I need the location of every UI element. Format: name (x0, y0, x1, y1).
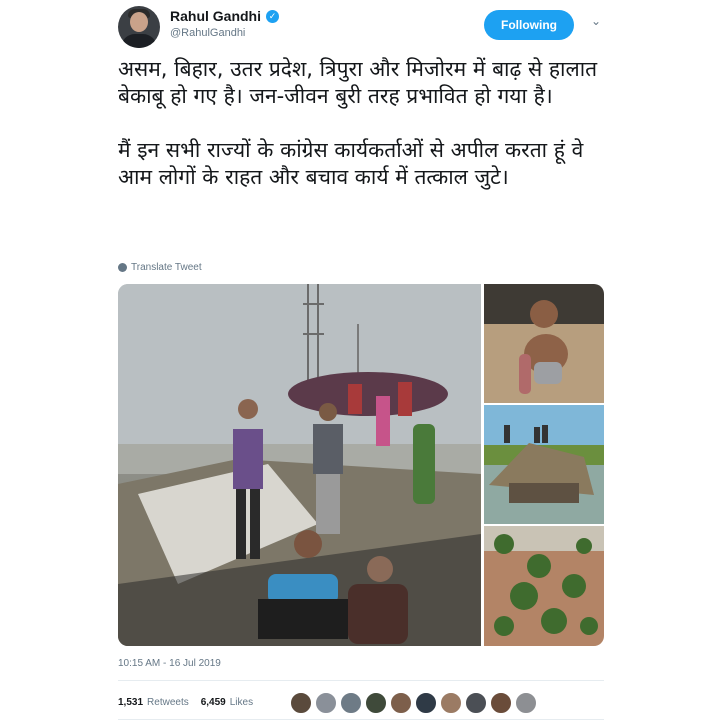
verified-badge-icon: ✓ (266, 9, 279, 23)
retweets-count[interactable]: 1,531 (118, 697, 143, 708)
retweets-label[interactable]: Retweets (147, 697, 189, 708)
translate-tweet-link[interactable]: Translate Tweet (118, 262, 202, 273)
liker-avatar[interactable] (340, 692, 362, 714)
tweet-timestamp[interactable]: 10:15 AM - 16 Jul 2019 (118, 658, 221, 669)
liker-avatars (290, 692, 537, 714)
child-illustration (484, 284, 604, 403)
avatar-body (121, 34, 157, 48)
liker-avatar[interactable] (365, 692, 387, 714)
chevron-down-icon[interactable]: ⌄ (589, 14, 603, 28)
avatar[interactable] (118, 6, 160, 48)
photo-child-in-floodwater[interactable] (484, 284, 604, 403)
globe-icon (118, 263, 127, 272)
photo-flooded-trees[interactable] (484, 526, 604, 646)
engagement-stats: 1,531 Retweets 6,459 Likes (118, 697, 261, 708)
tweet-paragraph-2: मैं इन सभी राज्यों के कांग्रेस कार्यकर्त… (118, 138, 584, 189)
likes-count[interactable]: 6,459 (201, 697, 226, 708)
liker-avatar[interactable] (465, 692, 487, 714)
liker-avatar[interactable] (515, 692, 537, 714)
liker-avatar[interactable] (290, 692, 312, 714)
liker-avatar[interactable] (415, 692, 437, 714)
liker-avatar[interactable] (440, 692, 462, 714)
liker-avatar[interactable] (390, 692, 412, 714)
tweet-paragraph-1: असम, बिहार, उतर प्रदेश, त्रिपुरा और मिजो… (118, 57, 598, 108)
user-handle[interactable]: @RahulGandhi (170, 27, 245, 39)
avatar-face (130, 12, 148, 32)
photo-flood-crowd[interactable] (118, 284, 481, 646)
divider (118, 680, 604, 681)
media-grid (118, 284, 604, 646)
display-name[interactable]: Rahul Gandhi (170, 8, 261, 24)
flood-crowd-illustration (118, 284, 481, 646)
liker-avatar[interactable] (490, 692, 512, 714)
likes-label[interactable]: Likes (230, 697, 253, 708)
tweet-text: असम, बिहार, उतर प्रदेश, त्रिपुरा और मिजो… (118, 56, 598, 191)
tweet-card: Rahul Gandhi ✓ @RahulGandhi Following ⌄ … (0, 0, 720, 720)
photo-submerged-hut[interactable] (484, 405, 604, 524)
hut-illustration (484, 405, 604, 524)
following-button[interactable]: Following (484, 10, 574, 40)
author-name-row[interactable]: Rahul Gandhi ✓ (170, 8, 279, 24)
liker-avatar[interactable] (315, 692, 337, 714)
translate-tweet-label: Translate Tweet (131, 262, 202, 273)
flooded-trees-illustration (484, 526, 604, 646)
